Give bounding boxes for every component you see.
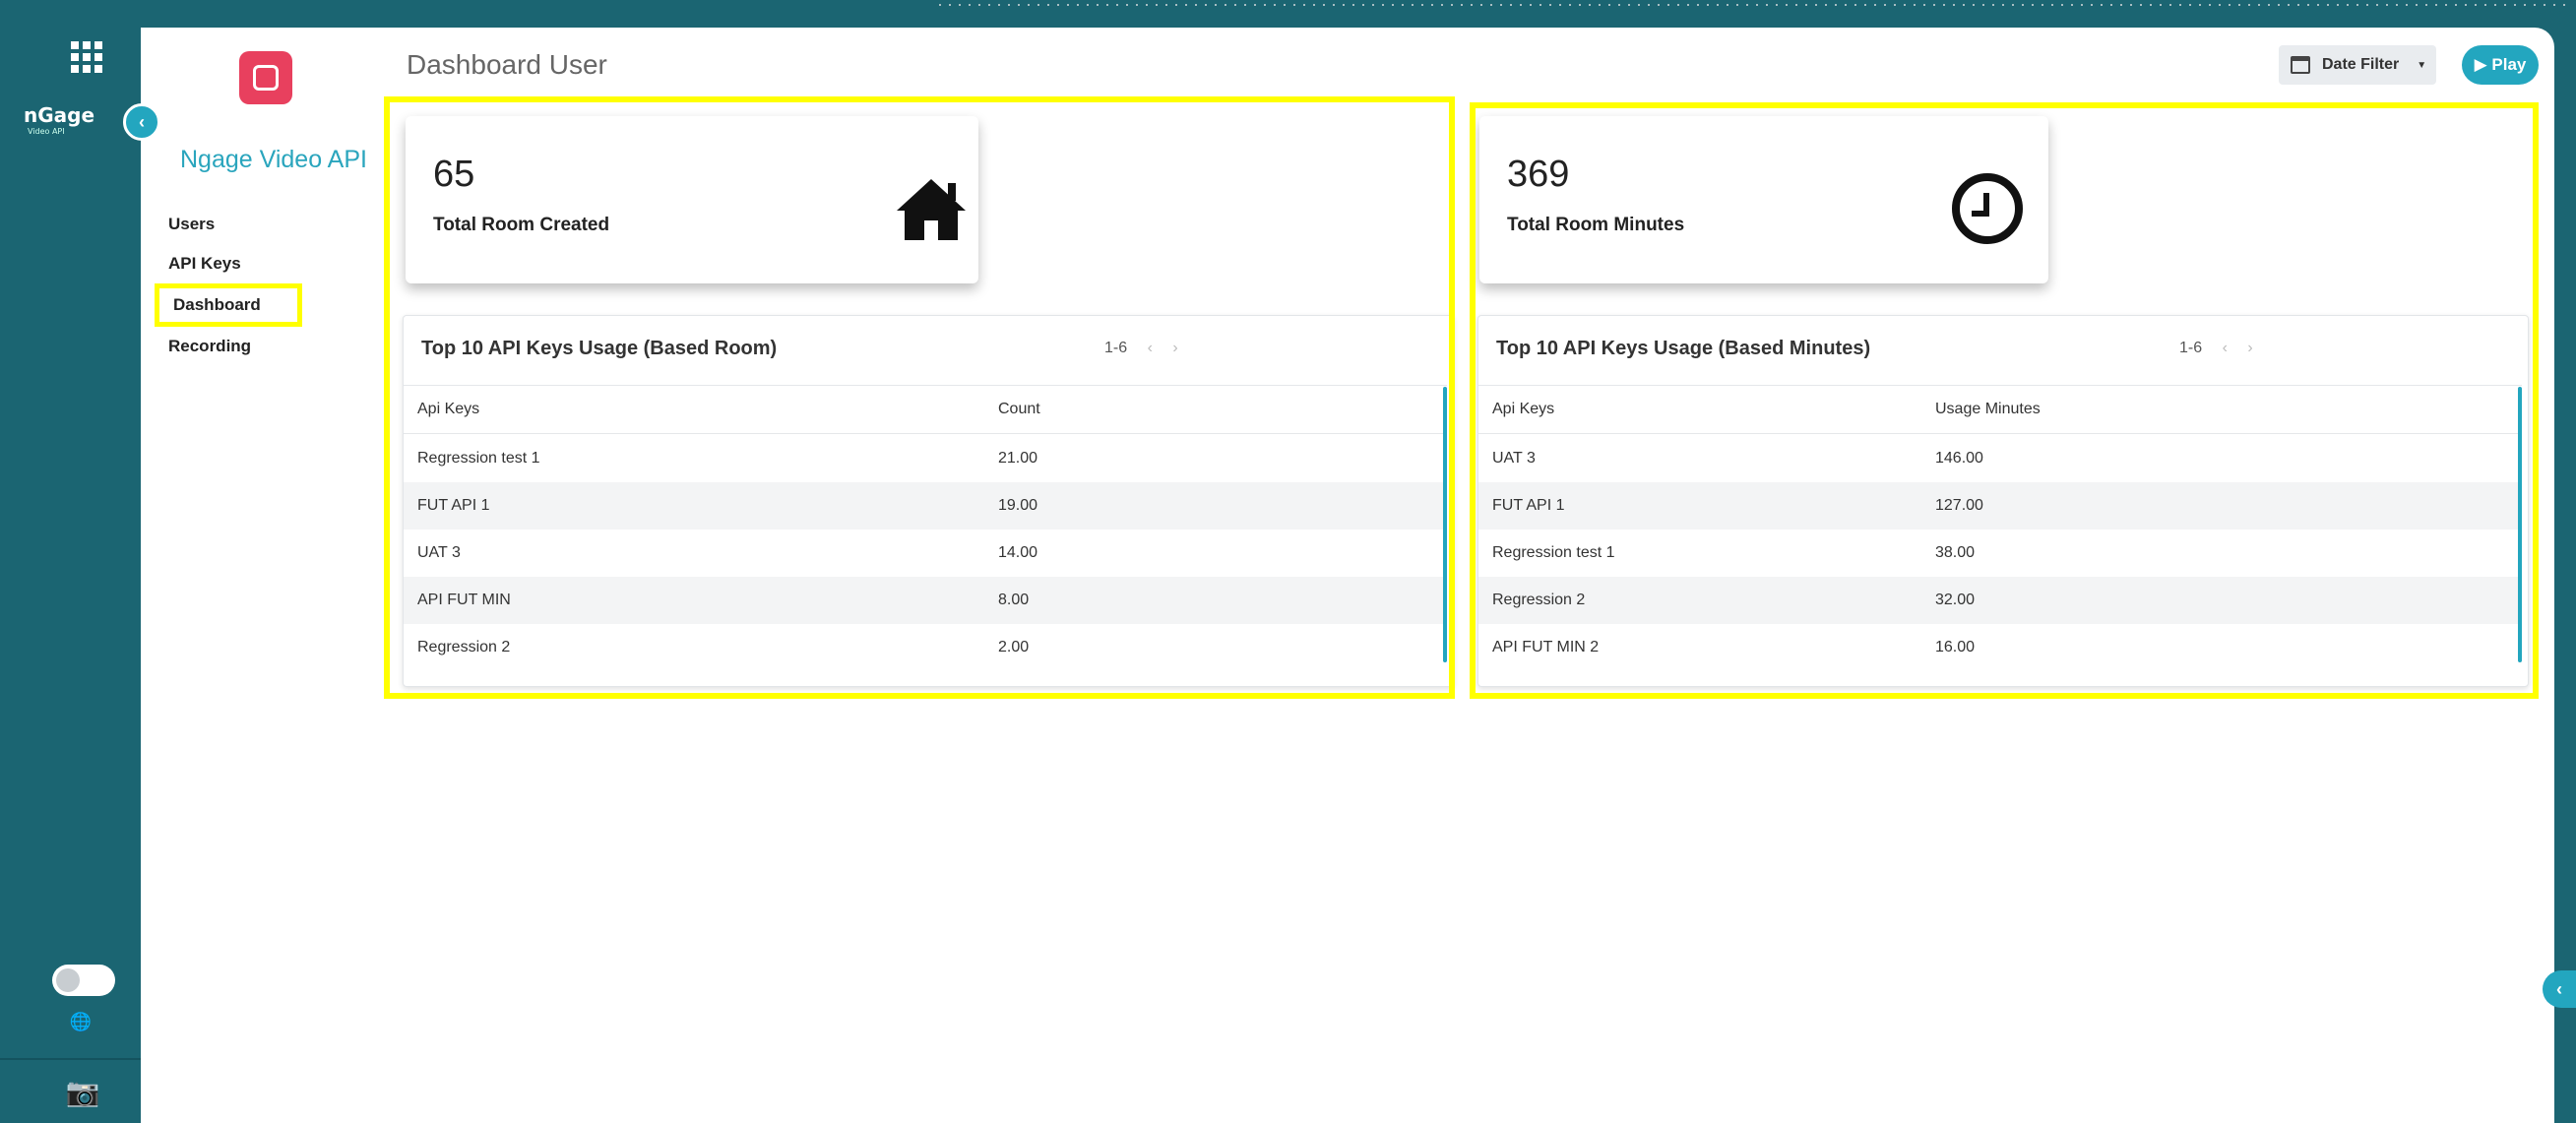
main-content: Dashboard User Date Filter ▼ ▶ Play 65 T… bbox=[384, 28, 2554, 1123]
clock-icon bbox=[1952, 173, 2023, 244]
table-row[interactable]: Regression 2 32.00 bbox=[1478, 577, 2522, 624]
cell-api-key: API FUT MIN bbox=[417, 592, 511, 608]
pager: 1-6 ‹ › bbox=[2179, 340, 2253, 357]
cell-api-key: UAT 3 bbox=[1492, 450, 1536, 467]
date-filter-dropdown[interactable]: Date Filter ▼ bbox=[2279, 45, 2436, 85]
cell-count: 14.00 bbox=[998, 544, 1038, 561]
cell-usage-minutes: 127.00 bbox=[1935, 497, 1983, 514]
table-header-row: Api Keys Count bbox=[404, 385, 1447, 434]
sidebar-item-dashboard[interactable]: Dashboard bbox=[155, 283, 302, 327]
cell-api-key: FUT API 1 bbox=[417, 497, 490, 514]
cell-api-key: Regression test 1 bbox=[417, 450, 540, 467]
stat-label: Total Room Created bbox=[433, 215, 610, 235]
cell-api-key: Regression 2 bbox=[1492, 592, 1586, 608]
product-title: Ngage Video API bbox=[180, 146, 367, 173]
table-card-by-minutes: Top 10 API Keys Usage (Based Minutes) 1-… bbox=[1477, 315, 2529, 687]
left-rail: nGage Video API ‹ 🌐 📷 bbox=[0, 0, 160, 1123]
table-row[interactable]: UAT 3 146.00 bbox=[1478, 435, 2522, 482]
chevron-right-icon[interactable]: › bbox=[1172, 340, 1177, 356]
brand-sub: Video API bbox=[28, 127, 65, 136]
chevron-left-icon[interactable]: ‹ bbox=[1148, 340, 1153, 356]
cell-api-key: FUT API 1 bbox=[1492, 497, 1565, 514]
col-header-api-keys[interactable]: Api Keys bbox=[1492, 386, 1554, 433]
stat-value: 65 bbox=[433, 154, 475, 195]
sidebar-item-api-keys[interactable]: API Keys bbox=[168, 244, 365, 283]
table-scrollbar[interactable] bbox=[2518, 387, 2522, 662]
date-filter-label: Date Filter bbox=[2322, 56, 2400, 73]
sidebar-menu: Users API Keys Dashboard Recording bbox=[155, 205, 365, 366]
cell-usage-minutes: 146.00 bbox=[1935, 450, 1983, 467]
table-row[interactable]: API FUT MIN 2 16.00 bbox=[1478, 624, 2522, 671]
col-header-count[interactable]: Count bbox=[998, 386, 1040, 433]
table-header-row: Api Keys Usage Minutes bbox=[1478, 385, 2522, 434]
cell-api-key: Regression 2 bbox=[417, 639, 511, 655]
secondary-sidebar: Ngage Video API Users API Keys Dashboard… bbox=[141, 28, 389, 1123]
cell-usage-minutes: 32.00 bbox=[1935, 592, 1976, 608]
caret-down-icon: ▼ bbox=[2417, 59, 2427, 71]
table-card-by-room: Top 10 API Keys Usage (Based Room) 1-6 ‹… bbox=[403, 315, 1454, 687]
theme-toggle[interactable] bbox=[52, 965, 115, 996]
app-root: nGage Video API ‹ 🌐 📷 Ngage Video API Us… bbox=[0, 0, 2576, 1123]
camera-add-icon[interactable]: 📷 bbox=[63, 1076, 102, 1107]
brand-name: nGage bbox=[24, 103, 95, 127]
col-header-api-keys[interactable]: Api Keys bbox=[417, 386, 479, 433]
cell-count: 2.00 bbox=[998, 639, 1030, 655]
stat-value: 369 bbox=[1507, 154, 1570, 195]
brand-logo: nGage Video API bbox=[24, 103, 122, 136]
table-row[interactable]: FUT API 1 127.00 bbox=[1478, 482, 2522, 530]
pager-range: 1-6 bbox=[1104, 340, 1128, 356]
pager: 1-6 ‹ › bbox=[1104, 340, 1178, 357]
product-logo-icon bbox=[239, 51, 292, 104]
cell-count: 21.00 bbox=[998, 450, 1038, 467]
table-row[interactable]: FUT API 1 19.00 bbox=[404, 482, 1447, 530]
collapse-sidebar-button[interactable]: ‹ bbox=[123, 103, 160, 141]
apps-grid-icon[interactable] bbox=[71, 41, 102, 73]
table-row[interactable]: UAT 3 14.00 bbox=[404, 530, 1447, 577]
stat-card-rooms: 65 Total Room Created bbox=[406, 116, 978, 283]
table-row[interactable]: Regression 2 2.00 bbox=[404, 624, 1447, 671]
sidebar-item-recording[interactable]: Recording bbox=[168, 327, 365, 366]
cell-count: 19.00 bbox=[998, 497, 1038, 514]
col-header-usage-minutes[interactable]: Usage Minutes bbox=[1935, 386, 2041, 433]
table-title: Top 10 API Keys Usage (Based Minutes) bbox=[1496, 338, 1871, 359]
table-row[interactable]: Regression test 1 38.00 bbox=[1478, 530, 2522, 577]
stat-card-minutes: 369 Total Room Minutes bbox=[1479, 116, 2048, 283]
cell-count: 8.00 bbox=[998, 592, 1030, 608]
play-button[interactable]: ▶ Play bbox=[2462, 45, 2539, 85]
top-dotted-strip bbox=[935, 0, 2569, 10]
calendar-icon bbox=[2291, 56, 2310, 74]
chevron-left-icon[interactable]: ‹ bbox=[2223, 340, 2228, 356]
cell-api-key: UAT 3 bbox=[417, 544, 461, 561]
sidebar-item-users[interactable]: Users bbox=[168, 205, 365, 244]
cell-usage-minutes: 16.00 bbox=[1935, 639, 1976, 655]
chevron-right-icon[interactable]: › bbox=[2247, 340, 2252, 356]
table-scrollbar[interactable] bbox=[1443, 387, 1447, 662]
cell-api-key: API FUT MIN 2 bbox=[1492, 639, 1600, 655]
cell-usage-minutes: 38.00 bbox=[1935, 544, 1976, 561]
table-title: Top 10 API Keys Usage (Based Room) bbox=[421, 338, 778, 359]
pager-range: 1-6 bbox=[2179, 340, 2203, 356]
table-row[interactable]: API FUT MIN 8.00 bbox=[404, 577, 1447, 624]
cell-api-key: Regression test 1 bbox=[1492, 544, 1615, 561]
house-icon bbox=[897, 179, 966, 240]
stat-label: Total Room Minutes bbox=[1507, 215, 1685, 235]
table-row[interactable]: Regression test 1 21.00 bbox=[404, 435, 1447, 482]
right-panel-toggle-button[interactable]: ‹ bbox=[2543, 970, 2576, 1008]
page-title: Dashboard User bbox=[407, 49, 607, 80]
language-icon[interactable]: 🌐 bbox=[69, 1012, 93, 1035]
